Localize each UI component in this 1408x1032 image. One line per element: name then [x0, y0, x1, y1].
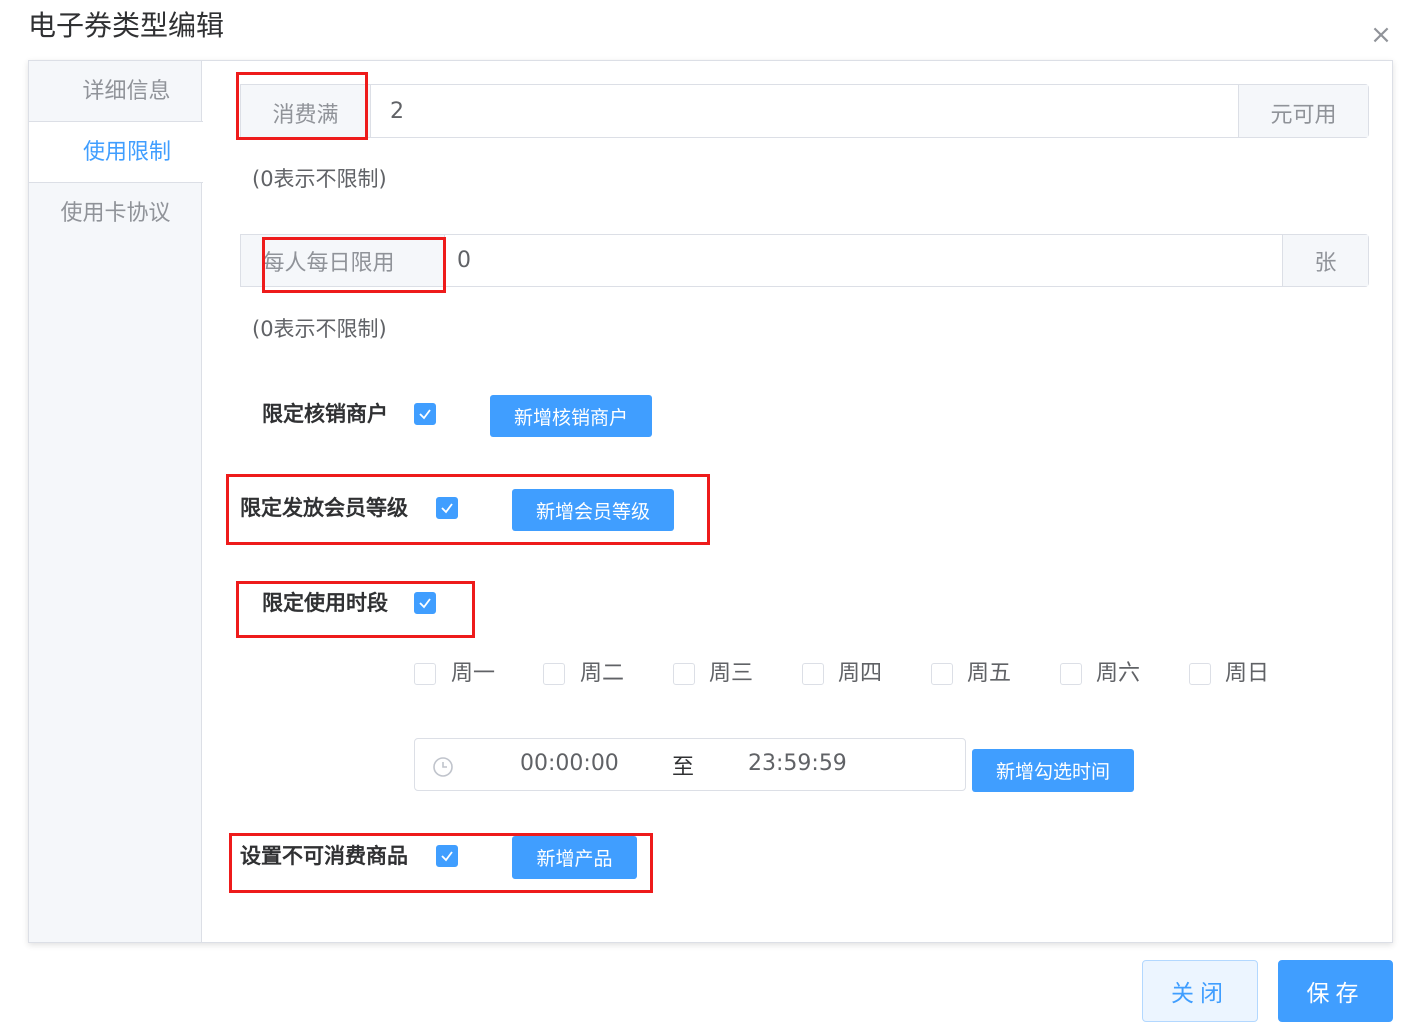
highlight-member-level	[226, 474, 710, 545]
clock-icon	[432, 756, 454, 778]
sidebar-item-card-agreement[interactable]: 使用卡协议	[29, 183, 202, 245]
sidebar-item-usage-limits[interactable]: 使用限制	[29, 121, 203, 183]
daily-limit-hint: (0表示不限制)	[252, 317, 387, 341]
weekday-label-mon: 周一	[451, 661, 496, 686]
dialog-title: 电子券类型编辑	[28, 9, 225, 42]
spend-min-hint: (0表示不限制)	[252, 167, 387, 191]
highlight-daily-limit	[262, 237, 446, 293]
highlight-exclude-products	[229, 833, 653, 893]
spend-min-append: 元可用	[1238, 85, 1368, 137]
daily-limit-append: 张	[1282, 235, 1368, 286]
weekday-checkbox-sat[interactable]	[1060, 663, 1082, 685]
time-end-input[interactable]: 23:59:59	[748, 748, 847, 780]
close-button[interactable]: 关闭	[1142, 960, 1258, 1022]
weekday-label-wed: 周三	[709, 661, 754, 686]
weekday-label-sat: 周六	[1096, 661, 1141, 686]
limit-merchant-label: 限定核销商户	[262, 402, 388, 426]
time-range-separator: 至	[672, 755, 695, 780]
limit-merchant-checkbox[interactable]	[414, 403, 436, 425]
weekday-label-sun: 周日	[1225, 661, 1270, 686]
weekday-checkbox-fri[interactable]	[931, 663, 953, 685]
highlight-spend-min	[236, 72, 368, 140]
weekday-checkbox-thu[interactable]	[802, 663, 824, 685]
highlight-time-limit	[236, 581, 475, 638]
weekday-label-fri: 周五	[967, 661, 1012, 686]
weekday-checkbox-tue[interactable]	[543, 663, 565, 685]
weekday-checkbox-wed[interactable]	[673, 663, 695, 685]
weekday-label-thu: 周四	[838, 661, 883, 686]
spend-min-input[interactable]: 2	[390, 84, 1230, 138]
add-merchant-button[interactable]: 新增核销商户	[490, 395, 652, 437]
weekday-checkbox-mon[interactable]	[414, 663, 436, 685]
sidebar-item-details[interactable]: 详细信息	[29, 61, 202, 123]
weekday-label-tue: 周二	[580, 661, 625, 686]
save-button[interactable]: 保存	[1278, 960, 1393, 1022]
close-icon[interactable]: ×	[1366, 20, 1396, 50]
time-start-input[interactable]: 00:00:00	[520, 748, 619, 780]
weekday-checkbox-sun[interactable]	[1189, 663, 1211, 685]
add-selected-time-button[interactable]: 新增勾选时间	[972, 749, 1134, 792]
check-icon	[419, 409, 431, 420]
daily-limit-input[interactable]: 0	[457, 234, 1277, 287]
